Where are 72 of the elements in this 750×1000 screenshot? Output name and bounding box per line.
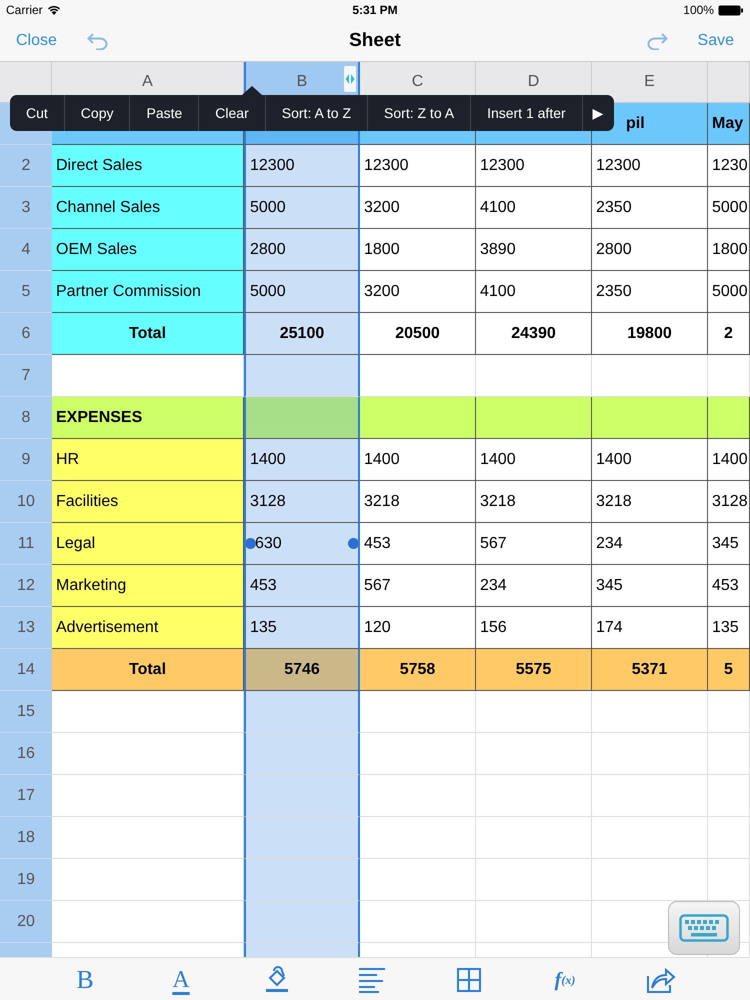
table-cell: 12300: [360, 145, 476, 187]
table-cell: 12300: [592, 145, 708, 187]
row-label: EXPENSES: [52, 397, 244, 439]
row-label: Total: [52, 313, 244, 355]
table-cell: 5000: [708, 187, 750, 229]
table-cell: 345: [708, 523, 750, 565]
row-label: Partner Commission: [52, 271, 244, 313]
row-label: Total: [52, 649, 244, 691]
row-label: Channel Sales: [52, 187, 244, 229]
sheet-title: Sheet: [348, 30, 402, 52]
battery-percent: 100%: [683, 3, 714, 17]
table-cell: 630: [244, 523, 360, 565]
table-cell: 3218: [592, 481, 708, 523]
table-cell: 3218: [360, 481, 476, 523]
table-cell: 2350: [592, 187, 708, 229]
table-cell: 2800: [592, 229, 708, 271]
table-cell: 5758: [360, 649, 476, 691]
table-cell: 1400: [592, 439, 708, 481]
table-cell: 5: [708, 649, 750, 691]
table-cell: 234: [592, 523, 708, 565]
table-cell: 453: [708, 565, 750, 607]
table-cell: 567: [360, 565, 476, 607]
table-cell: 2: [708, 313, 750, 355]
row-label: Direct Sales: [52, 145, 244, 187]
table-cell: 135: [708, 607, 750, 649]
table-cell: 4100: [476, 187, 592, 229]
table-cell: 2800: [244, 229, 360, 271]
row-label: Facilities: [52, 481, 244, 523]
table-cell: 5371: [592, 649, 708, 691]
table-cell: 5746: [244, 649, 360, 691]
table-cell: 12300: [244, 145, 360, 187]
table-cell: 135: [244, 607, 360, 649]
row-label: Legal: [52, 523, 244, 565]
table-cell: 5000: [244, 187, 360, 229]
table-cell: 3218: [476, 481, 592, 523]
table-cell: 567: [476, 523, 592, 565]
table-cell: 20500: [360, 313, 476, 355]
table-cell: 453: [360, 523, 476, 565]
table-cell: 4100: [476, 271, 592, 313]
table-cell: 345: [592, 565, 708, 607]
table-cell: 234: [476, 565, 592, 607]
table-cell: 3890: [476, 229, 592, 271]
row-label: OEM Sales: [52, 229, 244, 271]
table-cell: 12300: [476, 145, 592, 187]
table-cell: 1400: [476, 439, 592, 481]
table-cell: 453: [244, 565, 360, 607]
table-cell: 25100: [244, 313, 360, 355]
status-time: 5:31 PM: [352, 3, 398, 17]
table-cell: 24390: [476, 313, 592, 355]
column-title: May: [708, 103, 750, 145]
table-cell: 3200: [360, 271, 476, 313]
table-cell: 120: [360, 607, 476, 649]
table-cell: 1800: [708, 229, 750, 271]
table-cell: 19800: [592, 313, 708, 355]
row-label: HR: [52, 439, 244, 481]
table-cell: 1230: [708, 145, 750, 187]
row-label: Marketing: [52, 565, 244, 607]
table-cell: 1400: [708, 439, 750, 481]
row-label: Advertisement: [52, 607, 244, 649]
table-cell: 2350: [592, 271, 708, 313]
table-cell: 1400: [244, 439, 360, 481]
table-cell: 156: [476, 607, 592, 649]
table-cell: 5000: [244, 271, 360, 313]
table-cell: 3128: [244, 481, 360, 523]
table-cell: 3200: [360, 187, 476, 229]
table-cell: 174: [592, 607, 708, 649]
table-cell: 5000: [708, 271, 750, 313]
table-cell: 5575: [476, 649, 592, 691]
carrier-label: Carrier: [6, 3, 43, 17]
table-cell: 3128: [708, 481, 750, 523]
table-cell: 1800: [360, 229, 476, 271]
table-cell: 1400: [360, 439, 476, 481]
